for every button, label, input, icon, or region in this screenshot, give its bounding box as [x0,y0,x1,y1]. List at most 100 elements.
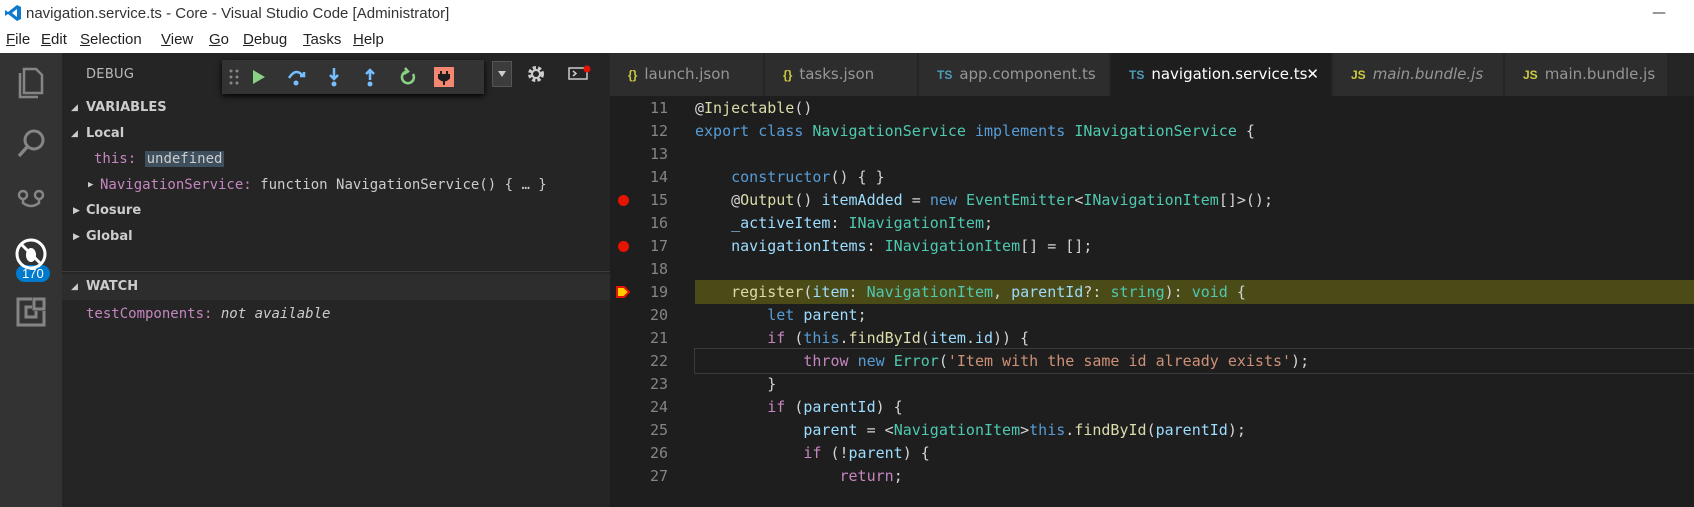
code-line: 21 if (this.findById(item.id)) { [610,326,1694,350]
javascript-file-icon: JS [1351,68,1366,82]
tab-label: launch.json [644,65,730,83]
variable-value: undefined [144,151,225,167]
code-line: 24 if (parentId) { [610,395,1694,419]
variable-this[interactable]: this: undefined [94,146,610,172]
gear-icon[interactable] [526,64,546,84]
menu-debug[interactable]: Debug [243,31,287,48]
minimize-button[interactable]: — [1652,0,1666,27]
variables-section-header[interactable]: ◢ VARIABLES [62,95,610,121]
line-number: 17 [649,237,668,255]
close-icon[interactable]: ✕ [1306,53,1319,96]
line-number: 12 [649,122,668,140]
search-icon[interactable] [12,125,50,163]
variable-name: this: [94,151,137,167]
json-file-icon: {} [783,68,793,82]
tab-label: navigation.service.ts [1151,65,1308,83]
menu-edit[interactable]: Edit [41,31,67,48]
debug-config-dropdown[interactable] [492,61,512,87]
caret-right-icon: ▶ [73,206,80,216]
debug-sidebar: DEBUG ◢ VARIABLES ◢ Local this: undefine… [62,53,610,507]
caret-right-icon: ▶ [88,180,94,190]
window-title: navigation.service.ts - Core - Visual St… [26,5,450,22]
sidebar-header: DEBUG [62,53,610,95]
scope-closure-label: Closure [86,203,142,218]
line-number: 15 [649,191,668,209]
menu-bar: File Edit Selection View Go Debug Tasks … [0,27,1694,53]
code-line: 17 navigationItems: INavigationItem[] = … [610,234,1694,258]
step-into-icon[interactable] [324,67,344,87]
debug-toolbar [222,60,484,94]
watch-value: not available [220,306,331,322]
variable-value: function NavigationService() { … } [260,177,547,193]
extensions-icon[interactable] [12,293,50,331]
tab-main-bundle-js-preview[interactable]: JS main.bundle.js [1333,53,1503,96]
watch-expression[interactable]: testComponents: not available [62,301,610,327]
code-area[interactable]: 11 @Injectable() 12 export class Navigatio… [610,96,1694,507]
watch-section-header[interactable]: ◢ WATCH [62,274,610,300]
typescript-file-icon: TS [1129,68,1145,82]
menu-tasks[interactable]: Tasks [303,31,341,48]
scope-closure[interactable]: ▶ Closure [62,198,610,224]
menu-file[interactable]: File [6,31,30,48]
code-line: 13 [610,142,1694,166]
activity-bar: 170 [0,53,62,507]
code-line: 12 export class NavigationService impleme… [610,119,1694,143]
editor: {} launch.json {} tasks.json TS app.compone… [610,53,1694,507]
caret-down-icon: ◢ [71,103,78,113]
line-number: 25 [649,421,668,439]
javascript-file-icon: JS [1523,68,1538,82]
code-line: 26 if (!parent) { [610,441,1694,465]
line-number: 16 [649,214,668,232]
line-number: 26 [649,444,668,462]
tab-navigation-service-ts[interactable]: TS navigation.service.ts ✕ [1111,53,1331,96]
code-line: 27 return; [610,464,1694,488]
code-line: 25 parent = <NavigationItem>this.findByI… [610,418,1694,442]
restart-icon[interactable] [398,67,418,87]
watch-name: testComponents: [86,306,213,322]
line-number: 11 [649,99,668,117]
menu-help[interactable]: Help [353,31,384,48]
caret-down-icon: ◢ [71,129,78,139]
tab-app-component-ts[interactable]: TS app.component.ts [919,53,1109,96]
step-out-icon[interactable] [360,67,380,87]
code-line: 18 [610,257,1694,281]
tab-tasks-json[interactable]: {} tasks.json [765,53,917,96]
code-line: 23 } [610,372,1694,396]
debug-console-icon[interactable] [568,65,592,81]
menu-go[interactable]: Go [209,31,229,48]
editor-tabs: {} launch.json {} tasks.json TS app.compone… [610,53,1694,96]
explorer-icon[interactable] [12,63,50,101]
tab-launch-json[interactable]: {} launch.json [610,53,763,96]
line-number: 19 [649,283,668,301]
debug-icon[interactable] [12,235,50,273]
scope-local[interactable]: ◢ Local [62,121,610,147]
tab-label: main.bundle.js [1544,65,1656,83]
tab-label: app.component.ts [959,65,1096,83]
line-number: 23 [649,375,668,393]
code-line: 11 @Injectable() [610,96,1694,120]
tab-main-bundle-js[interactable]: JS main.bundle.js [1505,53,1667,96]
title-bar: navigation.service.ts - Core - Visual St… [0,0,1694,27]
caret-down-icon: ◢ [71,282,78,292]
watch-title: WATCH [86,279,139,294]
step-over-icon[interactable] [286,67,306,87]
sidebar-title: DEBUG [86,67,135,82]
line-number: 18 [649,260,668,278]
line-number: 13 [649,145,668,163]
chevron-down-icon [498,71,506,77]
source-control-icon[interactable] [12,187,50,225]
scope-global[interactable]: ▶ Global [62,224,610,250]
tab-label: tasks.json [799,65,875,83]
line-number: 22 [649,352,668,370]
menu-view[interactable]: View [161,31,193,48]
continue-icon[interactable] [248,67,268,87]
drag-handle-icon[interactable] [224,67,244,87]
variable-navigationservice[interactable]: ▶ NavigationService: function Navigation… [62,172,610,198]
menu-selection[interactable]: Selection [80,31,142,48]
typescript-file-icon: TS [937,68,953,82]
code-line: 14 constructor() { } [610,165,1694,189]
tab-label: main.bundle.js [1372,65,1484,83]
variable-name: NavigationService: [100,177,252,193]
disconnect-icon[interactable] [434,67,454,87]
line-number: 27 [649,467,668,485]
